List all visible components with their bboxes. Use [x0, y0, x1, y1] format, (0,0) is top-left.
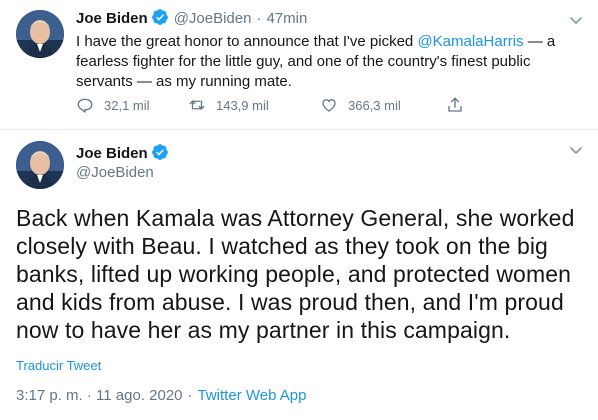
chevron-down-icon[interactable]	[568, 12, 584, 28]
author-handle[interactable]: @JoeBiden	[174, 10, 252, 27]
mention-link[interactable]: @KamalaHarris	[417, 33, 523, 50]
retweet-button[interactable]: 143,9 mil	[188, 96, 269, 114]
tweet-time[interactable]: 47min	[266, 10, 307, 27]
reply-count: 32,1 mil	[104, 97, 150, 113]
retweet-icon	[189, 100, 205, 110]
meta-separator: ·	[187, 387, 193, 404]
like-count: 366,3 mil	[348, 97, 401, 113]
avatar[interactable]	[16, 141, 64, 189]
like-button[interactable]: 366,3 mil	[320, 96, 401, 114]
divider	[0, 129, 598, 130]
tweet1-header: Joe Biden @JoeBiden · 47min	[76, 8, 307, 28]
retweet-count: 143,9 mil	[216, 97, 269, 113]
tweet2-text: Back when Kamala was Attorney General, s…	[16, 205, 575, 343]
share-icon	[448, 97, 462, 112]
verified-icon	[151, 8, 169, 28]
share-button[interactable]	[446, 96, 474, 114]
tweet-meta: 3:17 p. m. · 11 ago. 2020 · Twitter Web …	[16, 387, 306, 404]
author-name[interactable]: Joe Biden	[76, 145, 148, 162]
tweet-text-before: I have the great honor to announce that …	[76, 33, 418, 50]
tweet-timestamp[interactable]: 3:17 p. m. · 11 ago. 2020	[16, 387, 183, 404]
avatar-image	[16, 141, 64, 189]
avatar[interactable]	[16, 10, 64, 58]
reply-button[interactable]: 32,1 mil	[76, 96, 150, 114]
tweet-source-link[interactable]: Twitter Web App	[198, 387, 307, 404]
author-handle[interactable]: @JoeBiden	[76, 164, 154, 181]
avatar-image	[16, 10, 64, 58]
reply-icon	[77, 98, 93, 113]
translate-tweet-link[interactable]: Traducir Tweet	[16, 358, 101, 373]
separator-dot: ·	[256, 9, 262, 27]
tweet2-header: Joe Biden	[76, 143, 169, 163]
chevron-down-icon[interactable]	[568, 142, 584, 158]
tweet1-text: I have the great honor to announce that …	[76, 32, 576, 92]
author-name[interactable]: Joe Biden	[76, 10, 148, 27]
verified-icon	[151, 143, 169, 163]
heart-icon	[322, 99, 336, 112]
